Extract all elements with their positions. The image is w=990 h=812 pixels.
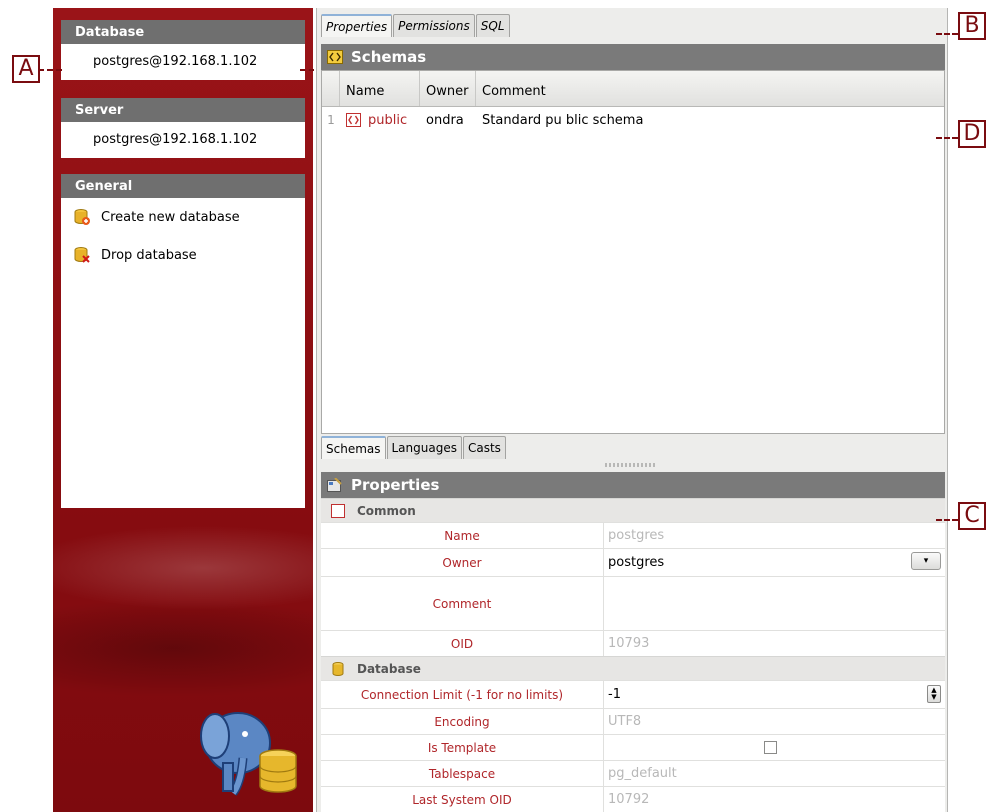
general-panel: General Create new database Drop databas…	[61, 174, 305, 508]
database-panel-header: Database	[61, 20, 305, 44]
comment-label: Comment	[321, 577, 604, 630]
callout-b: B	[958, 12, 986, 40]
property-row-tablespace: Tablespace pg_default	[321, 760, 945, 786]
tab-sql[interactable]: SQL	[475, 14, 510, 37]
tablespace-value: pg_default	[608, 766, 677, 781]
callout-c-leader	[936, 519, 958, 521]
properties-section-header: Properties	[321, 472, 945, 498]
drop-database-action[interactable]: Drop database	[61, 236, 305, 274]
owner-select[interactable]: postgres ▾	[604, 549, 945, 576]
schemas-table-header: Name Owner Comment	[322, 71, 944, 107]
database-delete-icon	[73, 246, 91, 264]
encoding-value: UTF8	[608, 714, 642, 729]
create-database-label: Create new database	[101, 209, 240, 225]
name-label: Name	[321, 523, 604, 548]
tab-languages[interactable]: Languages	[386, 436, 462, 459]
callout-a-leader-right	[300, 69, 314, 71]
database-panel: Database postgres@192.168.1.102	[61, 20, 305, 80]
tab-properties[interactable]: Properties	[321, 14, 393, 37]
connection-limit-value: -1	[608, 687, 621, 702]
is-template-checkbox[interactable]	[764, 741, 777, 754]
common-group-icon	[331, 503, 345, 518]
sidebar: Database postgres@192.168.1.102 Server p…	[53, 8, 313, 812]
database-group-icon	[331, 661, 345, 676]
database-add-icon	[73, 208, 91, 226]
tab-permissions[interactable]: Permissions	[393, 14, 475, 37]
comment-field[interactable]	[604, 577, 945, 630]
schemas-table: Name Owner Comment 1 public ondra Standa…	[321, 70, 945, 434]
properties-icon	[327, 477, 343, 492]
callout-a: A	[12, 55, 40, 83]
splitter-handle[interactable]	[605, 463, 655, 467]
table-row[interactable]: 1 public ondra Standard pu blic schema	[322, 107, 944, 133]
callout-d-leader	[936, 137, 958, 139]
schema-icon	[346, 113, 361, 127]
tab-casts[interactable]: Casts	[462, 436, 506, 459]
schema-owner: ondra	[426, 112, 464, 128]
chevron-down-icon: ▾	[923, 556, 929, 566]
object-tabs: Properties Permissions SQL	[321, 14, 511, 37]
column-header-comment[interactable]: Comment	[476, 71, 944, 106]
owner-value: postgres	[608, 555, 665, 570]
property-row-comment: Comment	[321, 576, 945, 630]
main-content: Properties Permissions SQL Schemas Name …	[316, 8, 948, 812]
schemas-title: Schemas	[351, 48, 427, 66]
property-group-common[interactable]: Common	[321, 498, 945, 522]
schema-tabs: Schemas Languages Casts	[321, 436, 507, 459]
server-panel-header: Server	[61, 98, 305, 122]
create-database-action[interactable]: Create new database	[61, 198, 305, 236]
last-system-oid-label: Last System OID	[321, 787, 604, 812]
connection-limit-spinner[interactable]: -1 ▲ ▼	[604, 681, 945, 708]
row-number-header	[322, 71, 340, 106]
row-number: 1	[327, 113, 335, 127]
callout-c: C	[958, 502, 986, 530]
oid-label: OID	[321, 631, 604, 656]
postgresql-elephant-logo	[193, 698, 303, 798]
is-template-cell	[604, 735, 945, 760]
property-grid: Common Name postgres Owner postgres ▾ Co…	[321, 498, 945, 812]
spinner-buttons[interactable]: ▲ ▼	[927, 685, 941, 703]
common-group-label: Common	[357, 503, 416, 518]
properties-title: Properties	[351, 476, 440, 494]
is-template-label: Is Template	[321, 735, 604, 760]
column-header-name[interactable]: Name	[340, 71, 420, 106]
connection-limit-label: Connection Limit (-1 for no limits)	[321, 681, 604, 708]
schema-comment: Standard pu blic schema	[482, 112, 644, 128]
database-group-label: Database	[357, 661, 421, 676]
schema-icon	[327, 50, 343, 64]
server-connection-link[interactable]: postgres@192.168.1.102	[61, 122, 305, 158]
spinner-down-icon[interactable]: ▼	[931, 694, 936, 701]
property-row-last-system-oid: Last System OID 10792	[321, 786, 945, 812]
callout-d: D	[958, 120, 986, 148]
column-header-owner[interactable]: Owner	[420, 71, 476, 106]
callout-a-leader	[38, 69, 62, 71]
property-row-encoding: Encoding UTF8	[321, 708, 945, 734]
owner-label: Owner	[321, 549, 604, 576]
property-row-connection-limit: Connection Limit (-1 for no limits) -1 ▲…	[321, 680, 945, 708]
schema-name-cell[interactable]: public	[340, 113, 420, 128]
server-panel: Server postgres@192.168.1.102	[61, 98, 305, 158]
property-row-owner: Owner postgres ▾	[321, 548, 945, 576]
tablespace-label: Tablespace	[321, 761, 604, 786]
owner-dropdown-button[interactable]: ▾	[911, 552, 941, 570]
callout-b-leader	[936, 33, 958, 35]
property-group-database[interactable]: Database	[321, 656, 945, 680]
encoding-label: Encoding	[321, 709, 604, 734]
last-system-oid-value: 10792	[608, 792, 650, 807]
property-row-is-template: Is Template	[321, 734, 945, 760]
property-row-oid: OID 10793	[321, 630, 945, 656]
tab-schemas[interactable]: Schemas	[321, 436, 386, 459]
database-connection-link[interactable]: postgres@192.168.1.102	[61, 44, 305, 80]
oid-value: 10793	[608, 636, 650, 651]
schema-name: public	[368, 112, 408, 128]
name-value: postgres	[608, 528, 665, 543]
general-panel-header: General	[61, 174, 305, 198]
drop-database-label: Drop database	[101, 247, 197, 263]
schemas-section-header: Schemas	[321, 44, 945, 70]
property-row-name: Name postgres	[321, 522, 945, 548]
